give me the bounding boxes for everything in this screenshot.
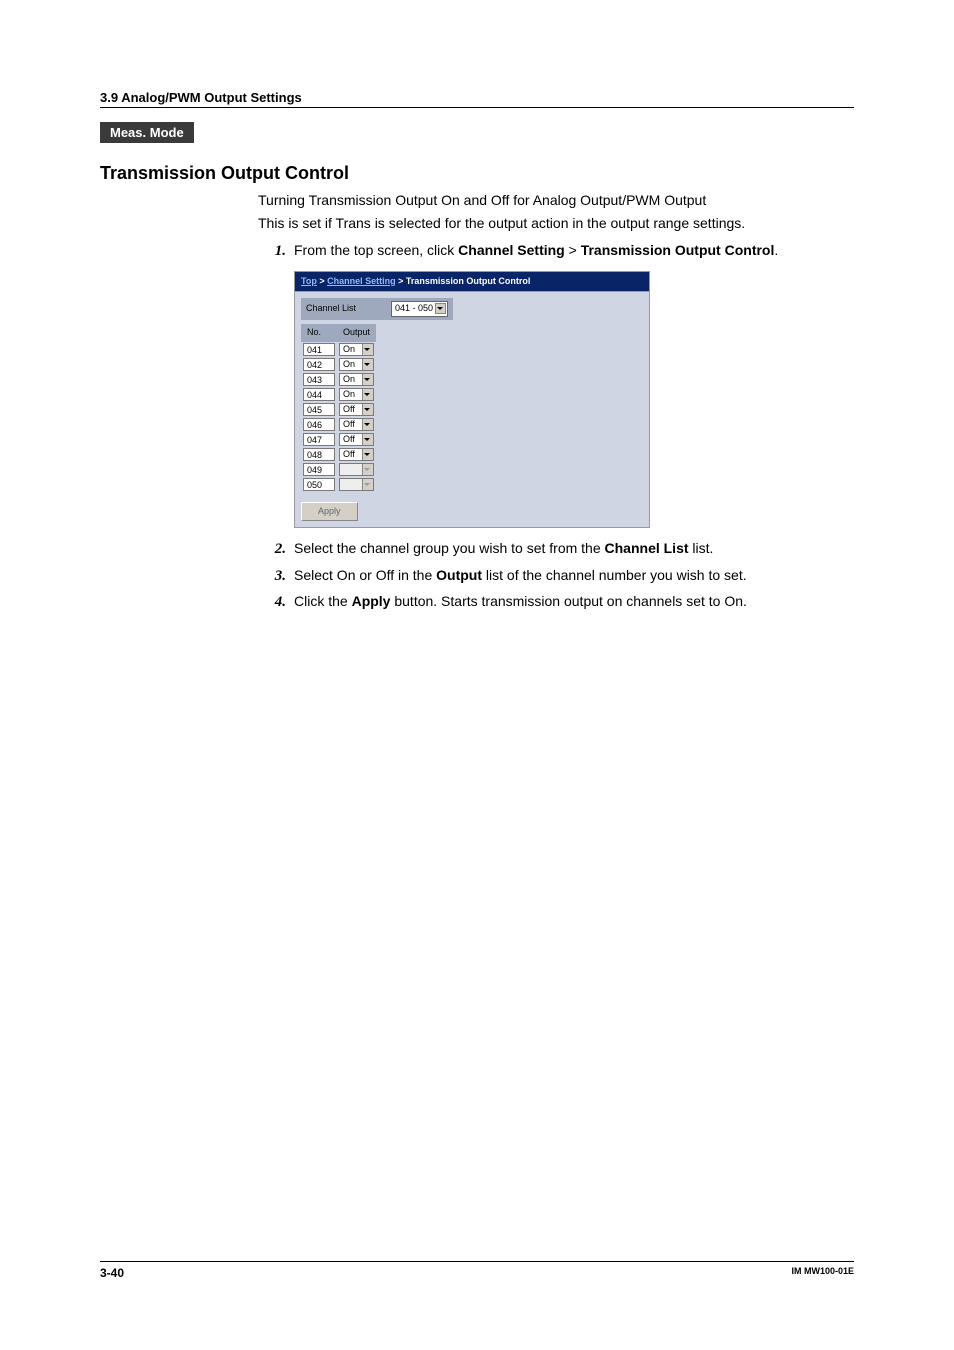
step-text: Select On or Off in the Output list of t… [294,565,854,586]
table-row: 048 Off [301,447,376,462]
table-row: 044 On [301,387,376,402]
cell-no: 049 [303,463,335,476]
doc-id: IM MW100-01E [791,1266,854,1280]
table-row: 043 On [301,372,376,387]
step-number: 3. [258,565,286,588]
breadcrumb-mid[interactable]: Channel Setting [327,276,396,286]
output-select[interactable]: On [339,343,374,356]
table-row: 050 [301,477,376,492]
cell-no: 047 [303,433,335,446]
page-title: Transmission Output Control [100,163,854,184]
breadcrumb-leaf: Transmission Output Control [406,276,531,286]
output-select[interactable]: Off [339,433,374,446]
cell-no: 042 [303,358,335,371]
step-number: 4. [258,591,286,614]
cell-no: 046 [303,418,335,431]
channel-table: No. Output 041 On 042 On 043 On 044 On 045 Of… [301,324,376,492]
step-text: Click the Apply button. Starts transmiss… [294,591,854,612]
intro-line-1: Turning Transmission Output On and Off f… [258,190,854,211]
apply-button[interactable]: Apply [301,502,358,522]
screenshot-panel: Top > Channel Setting > Transmission Out… [294,271,650,529]
channel-list-label: Channel List [306,302,356,316]
output-select[interactable]: Off [339,418,374,431]
output-select[interactable]: Off [339,448,374,461]
breadcrumb: Top > Channel Setting > Transmission Out… [295,272,649,293]
output-select [339,478,374,491]
channel-list-select[interactable]: 041 - 050 [391,301,448,317]
mode-badge: Meas. Mode [100,122,194,143]
page-number: 3-40 [100,1266,124,1280]
step-number: 1. [258,240,286,263]
cell-no: 043 [303,373,335,386]
output-select[interactable]: Off [339,403,374,416]
cell-no: 050 [303,478,335,491]
table-row: 046 Off [301,417,376,432]
breadcrumb-top[interactable]: Top [301,276,317,286]
output-select[interactable]: On [339,358,374,371]
cell-no: 044 [303,388,335,401]
table-row: 042 On [301,357,376,372]
output-select[interactable]: On [339,373,374,386]
table-row: 049 [301,462,376,477]
col-no: No. [301,324,337,342]
section-header: 3.9 Analog/PWM Output Settings [100,90,854,108]
col-output: Output [337,324,376,342]
intro-line-2: This is set if Trans is selected for the… [258,213,854,234]
cell-no: 048 [303,448,335,461]
step-text: Select the channel group you wish to set… [294,538,854,559]
cell-no: 041 [303,343,335,356]
table-row: 041 On [301,342,376,357]
step-text: From the top screen, click Channel Setti… [294,240,854,261]
table-row: 047 Off [301,432,376,447]
output-select[interactable]: On [339,388,374,401]
page-footer: 3-40 IM MW100-01E [100,1261,854,1280]
step-number: 2. [258,538,286,561]
table-row: 045 Off [301,402,376,417]
output-select [339,463,374,476]
cell-no: 045 [303,403,335,416]
